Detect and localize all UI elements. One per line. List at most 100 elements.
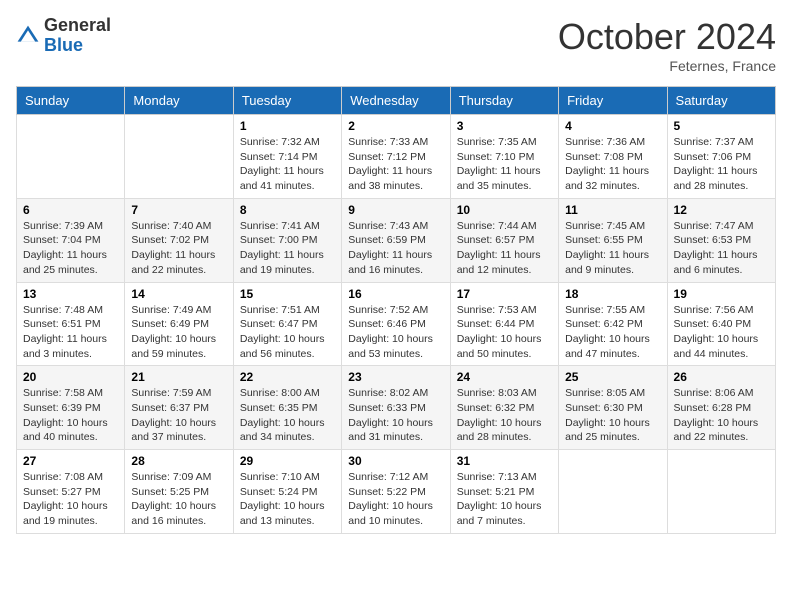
calendar-cell: 1 Sunrise: 7:32 AMSunset: 7:14 PMDaylight… bbox=[233, 115, 341, 199]
day-detail: Sunrise: 7:37 AMSunset: 7:06 PMDaylight:… bbox=[674, 135, 769, 194]
calendar-cell bbox=[17, 115, 125, 199]
location-text: Feternes, France bbox=[558, 58, 776, 74]
day-detail: Sunrise: 7:13 AMSunset: 5:21 PMDaylight:… bbox=[457, 470, 552, 529]
day-number: 26 bbox=[674, 370, 769, 384]
logo-icon bbox=[16, 24, 40, 48]
calendar-cell bbox=[125, 115, 233, 199]
day-number: 10 bbox=[457, 203, 552, 217]
day-header-tuesday: Tuesday bbox=[233, 87, 341, 115]
calendar-cell bbox=[559, 450, 667, 534]
calendar-cell: 29 Sunrise: 7:10 AMSunset: 5:24 PMDayligh… bbox=[233, 450, 341, 534]
day-number: 6 bbox=[23, 203, 118, 217]
day-number: 3 bbox=[457, 119, 552, 133]
day-detail: Sunrise: 7:39 AMSunset: 7:04 PMDaylight:… bbox=[23, 219, 118, 278]
logo-blue-text: Blue bbox=[44, 36, 111, 56]
day-detail: Sunrise: 7:43 AMSunset: 6:59 PMDaylight:… bbox=[348, 219, 443, 278]
day-detail: Sunrise: 7:55 AMSunset: 6:42 PMDaylight:… bbox=[565, 303, 660, 362]
day-detail: Sunrise: 8:06 AMSunset: 6:28 PMDaylight:… bbox=[674, 386, 769, 445]
day-detail: Sunrise: 7:49 AMSunset: 6:49 PMDaylight:… bbox=[131, 303, 226, 362]
day-number: 1 bbox=[240, 119, 335, 133]
day-detail: Sunrise: 7:41 AMSunset: 7:00 PMDaylight:… bbox=[240, 219, 335, 278]
title-block: October 2024 Feternes, France bbox=[558, 16, 776, 74]
calendar-week-row: 13 Sunrise: 7:48 AMSunset: 6:51 PMDayligh… bbox=[17, 282, 776, 366]
day-detail: Sunrise: 8:05 AMSunset: 6:30 PMDaylight:… bbox=[565, 386, 660, 445]
day-detail: Sunrise: 7:33 AMSunset: 7:12 PMDaylight:… bbox=[348, 135, 443, 194]
day-number: 13 bbox=[23, 287, 118, 301]
calendar-cell: 9Sunrise: 7:43 AMSunset: 6:59 PMDaylight… bbox=[342, 198, 450, 282]
day-number: 8 bbox=[240, 203, 335, 217]
calendar-cell: 19Sunrise: 7:56 AMSunset: 6:40 PMDayligh… bbox=[667, 282, 775, 366]
day-detail: Sunrise: 7:08 AMSunset: 5:27 PMDaylight:… bbox=[23, 470, 118, 529]
calendar-cell: 31 Sunrise: 7:13 AMSunset: 5:21 PMDayligh… bbox=[450, 450, 558, 534]
day-number: 18 bbox=[565, 287, 660, 301]
day-detail: Sunrise: 7:44 AMSunset: 6:57 PMDaylight:… bbox=[457, 219, 552, 278]
month-title: October 2024 bbox=[558, 16, 776, 58]
calendar-cell: 26 Sunrise: 8:06 AMSunset: 6:28 PMDayligh… bbox=[667, 366, 775, 450]
day-number: 24 bbox=[457, 370, 552, 384]
calendar-cell: 11Sunrise: 7:45 AMSunset: 6:55 PMDayligh… bbox=[559, 198, 667, 282]
day-header-thursday: Thursday bbox=[450, 87, 558, 115]
page-header: General Blue October 2024 Feternes, Fran… bbox=[16, 16, 776, 74]
day-header-saturday: Saturday bbox=[667, 87, 775, 115]
calendar-week-row: 6 Sunrise: 7:39 AMSunset: 7:04 PMDaylight… bbox=[17, 198, 776, 282]
day-number: 22 bbox=[240, 370, 335, 384]
day-number: 30 bbox=[348, 454, 443, 468]
day-number: 14 bbox=[131, 287, 226, 301]
day-detail: Sunrise: 7:51 AMSunset: 6:47 PMDaylight:… bbox=[240, 303, 335, 362]
day-detail: Sunrise: 8:00 AMSunset: 6:35 PMDaylight:… bbox=[240, 386, 335, 445]
calendar-cell: 14 Sunrise: 7:49 AMSunset: 6:49 PMDayligh… bbox=[125, 282, 233, 366]
calendar-cell: 18 Sunrise: 7:55 AMSunset: 6:42 PMDayligh… bbox=[559, 282, 667, 366]
day-number: 20 bbox=[23, 370, 118, 384]
day-number: 16 bbox=[348, 287, 443, 301]
day-number: 29 bbox=[240, 454, 335, 468]
calendar-header-row: SundayMondayTuesdayWednesdayThursdayFrid… bbox=[17, 87, 776, 115]
calendar-cell: 30 Sunrise: 7:12 AMSunset: 5:22 PMDayligh… bbox=[342, 450, 450, 534]
logo-text: General Blue bbox=[44, 16, 111, 56]
day-detail: Sunrise: 7:48 AMSunset: 6:51 PMDaylight:… bbox=[23, 303, 118, 362]
calendar-cell: 12Sunrise: 7:47 AMSunset: 6:53 PMDayligh… bbox=[667, 198, 775, 282]
calendar-cell: 17Sunrise: 7:53 AMSunset: 6:44 PMDayligh… bbox=[450, 282, 558, 366]
day-detail: Sunrise: 7:58 AMSunset: 6:39 PMDaylight:… bbox=[23, 386, 118, 445]
day-number: 25 bbox=[565, 370, 660, 384]
calendar-table: SundayMondayTuesdayWednesdayThursdayFrid… bbox=[16, 86, 776, 534]
calendar-cell: 23 Sunrise: 8:02 AMSunset: 6:33 PMDayligh… bbox=[342, 366, 450, 450]
day-detail: Sunrise: 7:59 AMSunset: 6:37 PMDaylight:… bbox=[131, 386, 226, 445]
day-detail: Sunrise: 8:02 AMSunset: 6:33 PMDaylight:… bbox=[348, 386, 443, 445]
day-number: 31 bbox=[457, 454, 552, 468]
day-number: 27 bbox=[23, 454, 118, 468]
calendar-cell: 2 Sunrise: 7:33 AMSunset: 7:12 PMDaylight… bbox=[342, 115, 450, 199]
calendar-cell bbox=[667, 450, 775, 534]
calendar-cell: 15 Sunrise: 7:51 AMSunset: 6:47 PMDayligh… bbox=[233, 282, 341, 366]
day-number: 5 bbox=[674, 119, 769, 133]
day-detail: Sunrise: 8:03 AMSunset: 6:32 PMDaylight:… bbox=[457, 386, 552, 445]
day-detail: Sunrise: 7:52 AMSunset: 6:46 PMDaylight:… bbox=[348, 303, 443, 362]
calendar-cell: 24 Sunrise: 8:03 AMSunset: 6:32 PMDayligh… bbox=[450, 366, 558, 450]
calendar-cell: 6 Sunrise: 7:39 AMSunset: 7:04 PMDaylight… bbox=[17, 198, 125, 282]
day-detail: Sunrise: 7:35 AMSunset: 7:10 PMDaylight:… bbox=[457, 135, 552, 194]
calendar-cell: 3 Sunrise: 7:35 AMSunset: 7:10 PMDaylight… bbox=[450, 115, 558, 199]
day-number: 19 bbox=[674, 287, 769, 301]
day-number: 23 bbox=[348, 370, 443, 384]
calendar-cell: 22 Sunrise: 8:00 AMSunset: 6:35 PMDayligh… bbox=[233, 366, 341, 450]
day-number: 7 bbox=[131, 203, 226, 217]
logo: General Blue bbox=[16, 16, 111, 56]
calendar-cell: 16 Sunrise: 7:52 AMSunset: 6:46 PMDayligh… bbox=[342, 282, 450, 366]
day-number: 4 bbox=[565, 119, 660, 133]
logo-general-text: General bbox=[44, 16, 111, 36]
day-header-friday: Friday bbox=[559, 87, 667, 115]
day-number: 2 bbox=[348, 119, 443, 133]
calendar-cell: 27 Sunrise: 7:08 AMSunset: 5:27 PMDayligh… bbox=[17, 450, 125, 534]
day-detail: Sunrise: 7:09 AMSunset: 5:25 PMDaylight:… bbox=[131, 470, 226, 529]
day-detail: Sunrise: 7:12 AMSunset: 5:22 PMDaylight:… bbox=[348, 470, 443, 529]
day-number: 15 bbox=[240, 287, 335, 301]
day-detail: Sunrise: 7:36 AMSunset: 7:08 PMDaylight:… bbox=[565, 135, 660, 194]
day-detail: Sunrise: 7:47 AMSunset: 6:53 PMDaylight:… bbox=[674, 219, 769, 278]
calendar-cell: 5 Sunrise: 7:37 AMSunset: 7:06 PMDaylight… bbox=[667, 115, 775, 199]
day-number: 11 bbox=[565, 203, 660, 217]
day-number: 17 bbox=[457, 287, 552, 301]
calendar-cell: 7Sunrise: 7:40 AMSunset: 7:02 PMDaylight… bbox=[125, 198, 233, 282]
day-number: 28 bbox=[131, 454, 226, 468]
day-detail: Sunrise: 7:32 AMSunset: 7:14 PMDaylight:… bbox=[240, 135, 335, 194]
day-detail: Sunrise: 7:10 AMSunset: 5:24 PMDaylight:… bbox=[240, 470, 335, 529]
day-number: 21 bbox=[131, 370, 226, 384]
